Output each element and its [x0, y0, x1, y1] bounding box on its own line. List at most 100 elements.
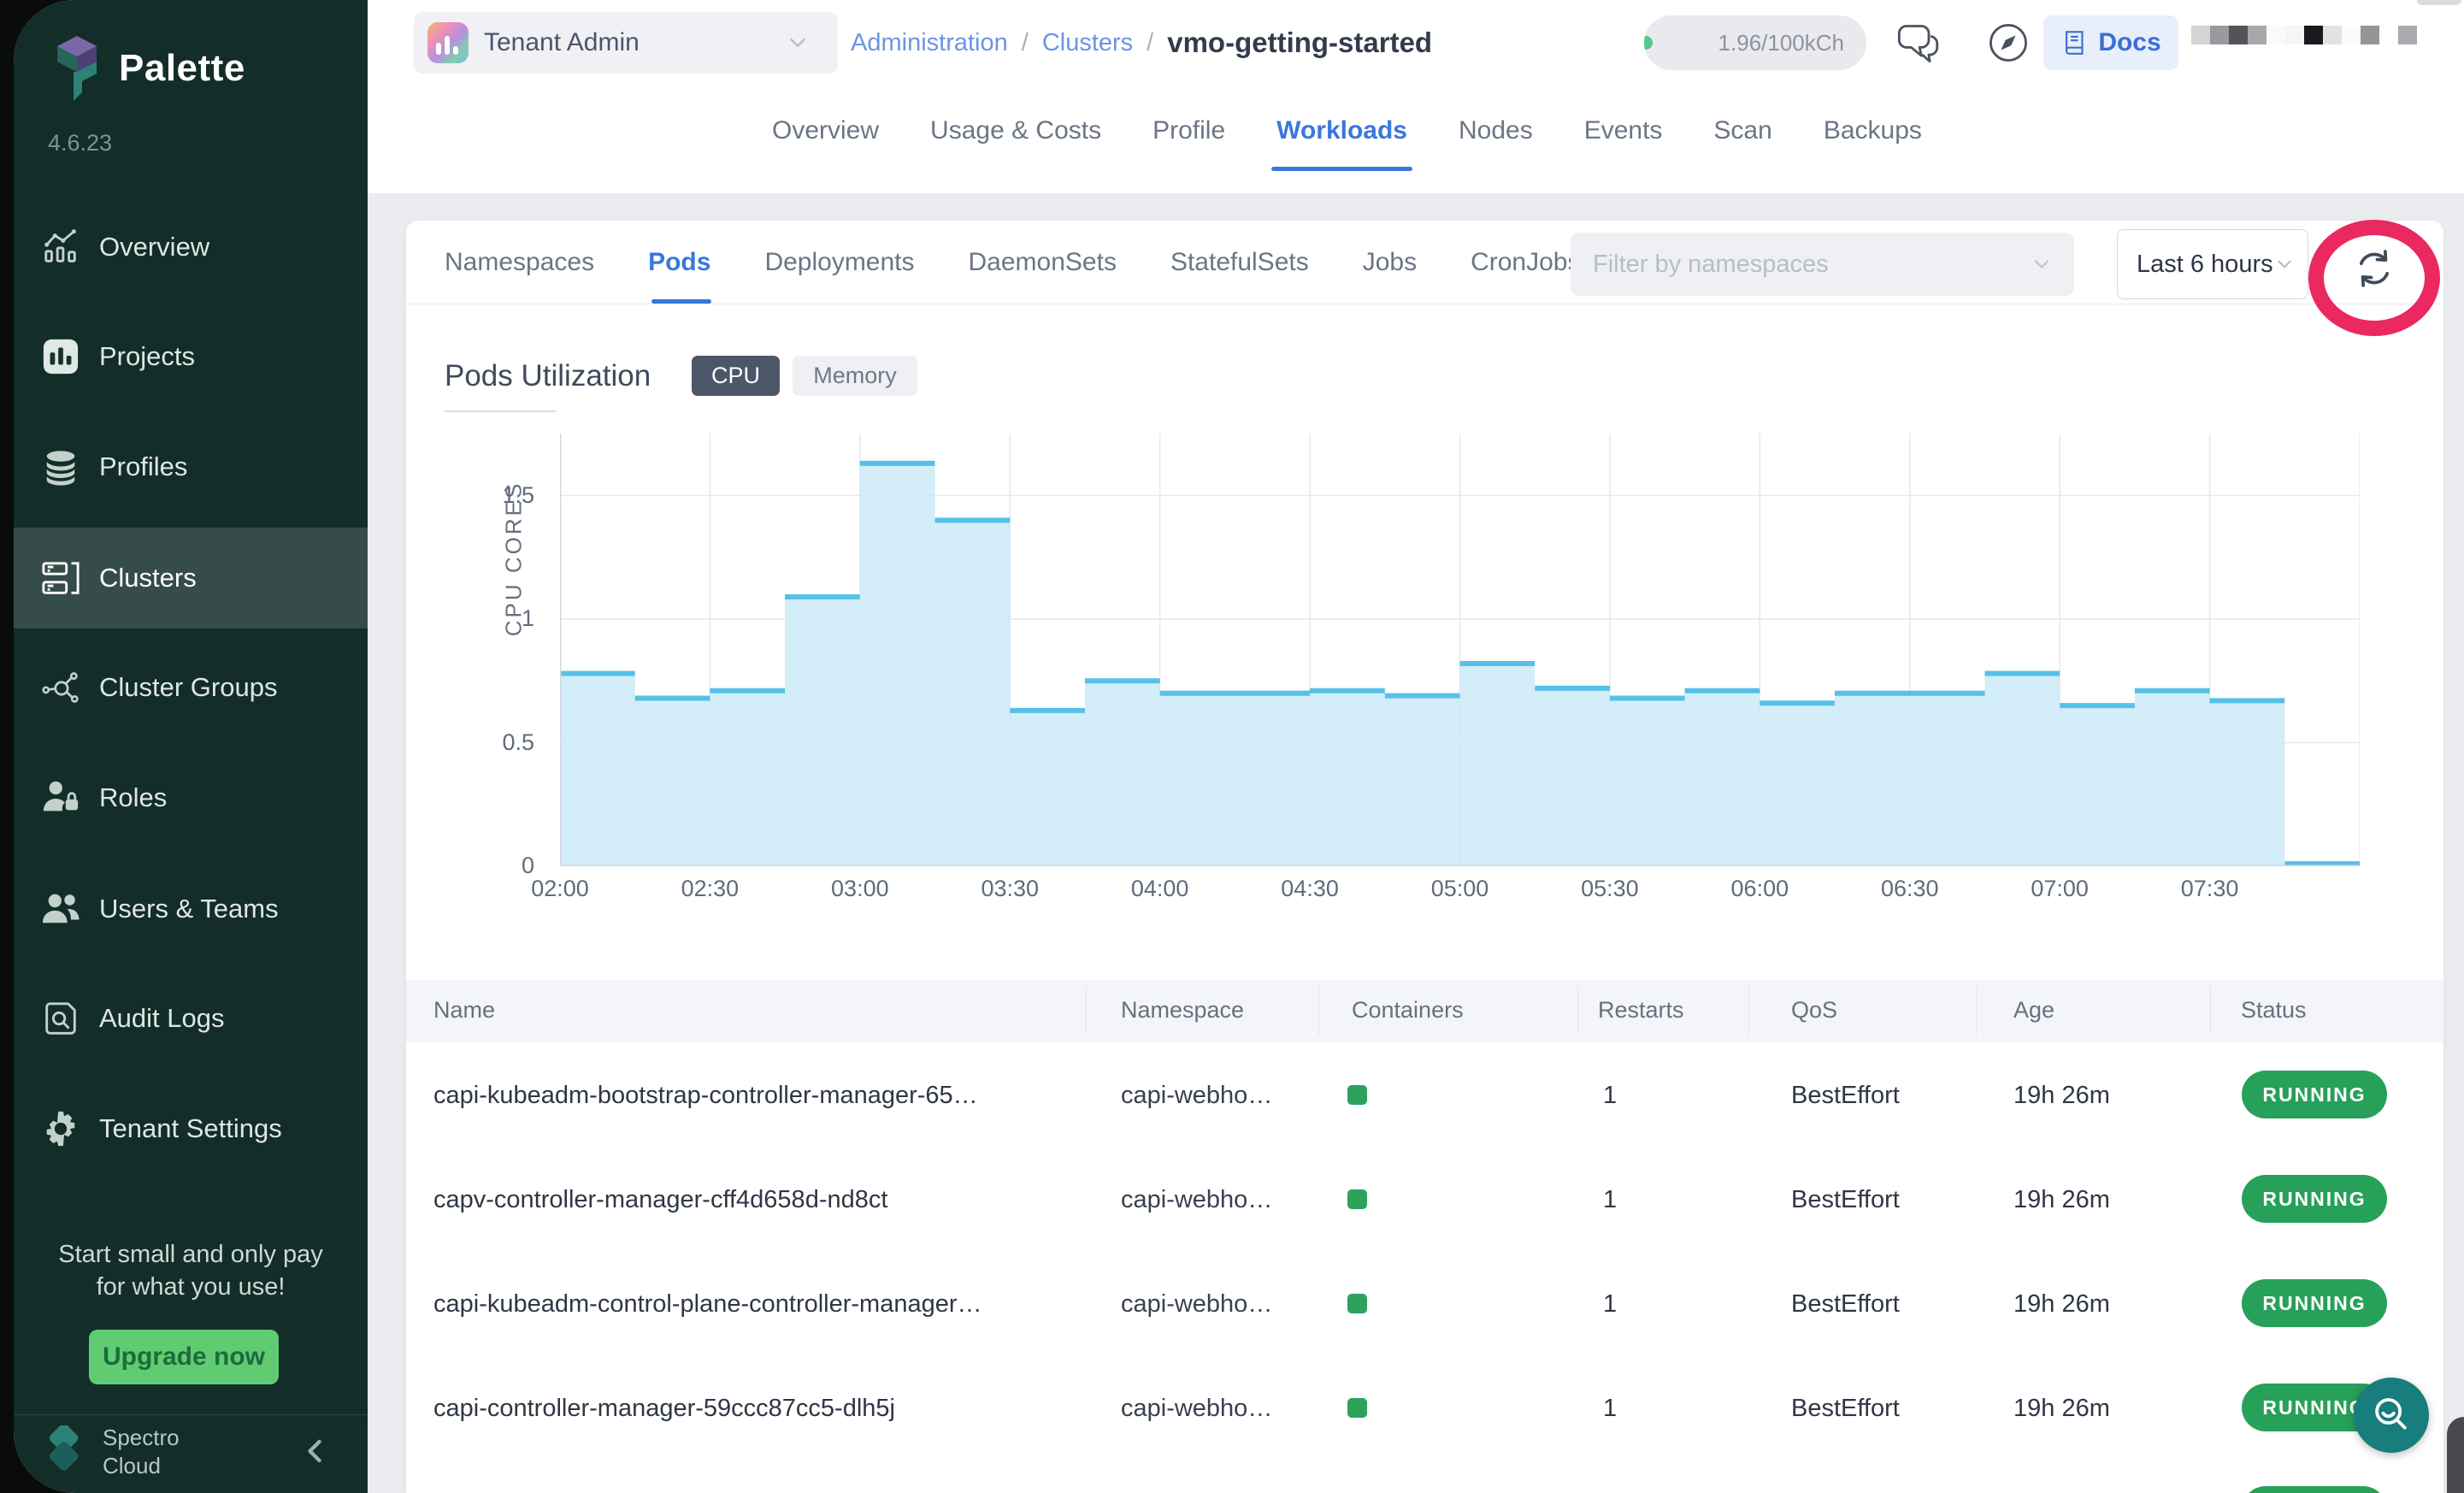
redacted-block: [2191, 26, 2210, 44]
tab-usage-costs[interactable]: Usage & Costs: [930, 86, 1101, 176]
pod-name: capi-kubeadm-control-plane-controller-ma…: [433, 1290, 982, 1319]
screen-edge-overlay: [2447, 1417, 2464, 1493]
magnifier-smiley-icon: [2368, 1392, 2414, 1438]
pod-restarts: 1: [1603, 1290, 1617, 1319]
overview-icon: [41, 227, 80, 267]
tenant-selector[interactable]: Tenant Admin: [414, 12, 838, 74]
sidebar-item-projects[interactable]: Projects: [14, 306, 368, 407]
sidebar-item-label: Profiles: [99, 451, 187, 482]
table-row[interactable]: capi-kubeadm-control-plane-controller-ma…: [406, 1251, 2443, 1356]
tab-overview[interactable]: Overview: [772, 86, 879, 176]
docs-button[interactable]: Docs: [2043, 15, 2178, 70]
breadcrumb-clusters[interactable]: Clusters: [1042, 29, 1133, 57]
sidebar-item-roles[interactable]: Roles: [14, 747, 368, 848]
tab-workloads[interactable]: Workloads: [1276, 86, 1407, 176]
subtab-deployments[interactable]: Deployments: [764, 221, 914, 304]
sidebar-item-cluster-groups[interactable]: Cluster Groups: [14, 637, 368, 738]
usage-meter-value: 1.96/100kCh: [1718, 30, 1844, 56]
compass-explore-icon[interactable]: [1986, 21, 2031, 65]
x-axis-tick: 06:00: [1708, 876, 1811, 902]
pod-age: 19h 26m: [2013, 1395, 2110, 1423]
status-badge: RUNNING: [2242, 1279, 2387, 1327]
brand-name: Palette: [119, 47, 245, 90]
subtab-namespaces[interactable]: Namespaces: [445, 221, 594, 304]
sidebar-item-users-teams[interactable]: Users & Teams: [14, 859, 368, 959]
tab-scan[interactable]: Scan: [1713, 86, 1771, 176]
projects-icon: [41, 337, 80, 376]
redacted-block: [2361, 26, 2379, 44]
subtab-jobs[interactable]: Jobs: [1363, 221, 1417, 304]
container-status-square: [1347, 1189, 1367, 1209]
usage-meter: 1.96/100kCh: [1644, 15, 1866, 70]
pod-restarts: 1: [1603, 1186, 1617, 1214]
pod-namespace: capi-webho…: [1121, 1395, 1272, 1423]
tab-profile[interactable]: Profile: [1152, 86, 1225, 176]
redacted-block: [2285, 26, 2304, 44]
tab-events[interactable]: Events: [1584, 86, 1663, 176]
redacted-block: [2267, 26, 2285, 44]
sidebar-item-audit-logs[interactable]: Audit Logs: [14, 968, 368, 1069]
table-row[interactable]: capi-kubeadm-bootstrap-controller-manage…: [406, 1458, 2443, 1493]
sidebar-item-label: Audit Logs: [99, 1003, 225, 1034]
workloads-card: Namespaces Pods Deployments DaemonSets State…: [406, 221, 2443, 1493]
spectro-cloud-name: Spectro Cloud: [103, 1424, 180, 1480]
table-row[interactable]: capi-kubeadm-bootstrap-controller-manage…: [406, 1042, 2443, 1148]
redacted-block: [2304, 26, 2323, 44]
chevron-down-icon: [785, 30, 811, 56]
table-row[interactable]: capv-controller-manager-cff4d658d-nd8ctc…: [406, 1147, 2443, 1252]
subtab-statefulsets[interactable]: StatefulSets: [1170, 221, 1309, 304]
x-axis-tick: 04:30: [1259, 876, 1361, 902]
x-axis-tick: 07:00: [2008, 876, 2111, 902]
pod-namespace: capi-webho…: [1121, 1082, 1272, 1110]
refresh-icon[interactable]: [2350, 245, 2398, 292]
pod-qos: BestEffort: [1791, 1186, 1900, 1214]
pods-table-header: NameNamespaceContainersRestartsQoSAgeSta…: [406, 980, 2443, 1042]
column-header-namespace: Namespace: [1121, 997, 1244, 1024]
breadcrumb-administration[interactable]: Administration: [851, 29, 1008, 57]
y-axis-label: CPU CORES: [501, 448, 528, 670]
brand-row: Palette: [54, 34, 245, 103]
column-header-age: Age: [2013, 997, 2054, 1024]
app-version: 4.6.23: [48, 130, 112, 156]
container-status-square: [1347, 1398, 1367, 1418]
chart-plot-area: [560, 434, 2360, 866]
collapse-sidebar-icon[interactable]: [296, 1432, 333, 1470]
chevron-down-icon: [2030, 252, 2054, 276]
x-axis-tick: 04:00: [1109, 876, 1211, 902]
table-row[interactable]: capi-controller-manager-59ccc87cc5-dlh5j…: [406, 1355, 2443, 1461]
status-badge: RUNNING: [2242, 1175, 2387, 1223]
pod-qos: BestEffort: [1791, 1082, 1900, 1110]
sidebar-item-tenant-settings[interactable]: Tenant Settings: [14, 1078, 368, 1179]
upgrade-now-button[interactable]: Upgrade now: [89, 1330, 279, 1384]
subtab-cronjobs[interactable]: CronJobs: [1471, 221, 1580, 304]
redacted-block: [2229, 26, 2248, 44]
audit-logs-icon: [41, 999, 80, 1038]
sidebar-item-clusters[interactable]: Clusters: [14, 528, 368, 628]
tenant-selector-label: Tenant Admin: [484, 28, 640, 57]
page-title: vmo-getting-started: [1167, 27, 1432, 59]
memory-toggle-button[interactable]: Memory: [793, 356, 917, 396]
sidebar-item-overview[interactable]: Overview: [14, 197, 368, 298]
cluster-groups-icon: [41, 668, 80, 707]
pod-namespace: capi-webho…: [1121, 1290, 1272, 1319]
cpu-toggle-button[interactable]: CPU: [692, 356, 780, 396]
redacted-block: [2210, 26, 2229, 44]
tab-nodes[interactable]: Nodes: [1459, 86, 1533, 176]
subtab-daemonsets[interactable]: DaemonSets: [969, 221, 1117, 304]
spectro-cloud-logo: [38, 1425, 92, 1480]
x-axis-tick: 03:30: [958, 876, 1061, 902]
time-range-select[interactable]: Last 6 hours: [2117, 229, 2308, 299]
namespace-filter-input[interactable]: Filter by namespaces: [1571, 233, 2074, 296]
column-header-qos: QoS: [1791, 997, 1837, 1024]
users-teams-icon: [41, 889, 80, 929]
sidebar-item-profiles[interactable]: Profiles: [14, 416, 368, 517]
status-badge: RUNNING: [2242, 1071, 2387, 1118]
cpu-area-chart-svg: [560, 434, 2360, 866]
y-axis-tick: 0.5: [432, 729, 534, 756]
tab-backups[interactable]: Backups: [1824, 86, 1922, 176]
column-header-name: Name: [433, 997, 495, 1024]
subtab-pods[interactable]: Pods: [648, 221, 710, 304]
clusters-icon: [41, 558, 80, 598]
feedback-chat-icon[interactable]: [1895, 21, 1940, 65]
help-widget-button[interactable]: [2354, 1378, 2429, 1453]
